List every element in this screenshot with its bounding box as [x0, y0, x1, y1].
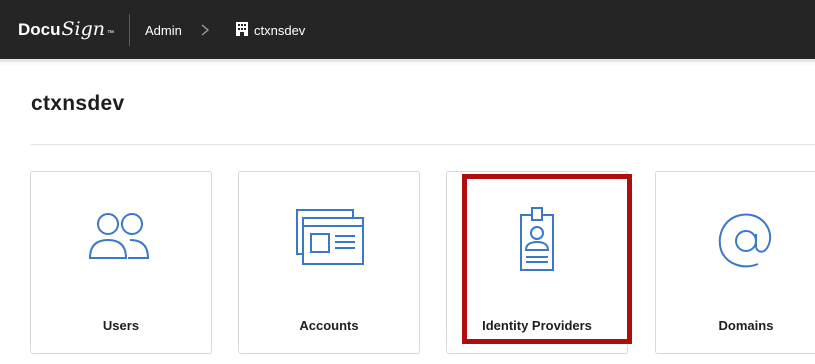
page-title: ctxnsdev [31, 92, 125, 115]
at-sign-icon [718, 213, 772, 268]
breadcrumb-org: ctxnsdev [254, 23, 306, 38]
main-content: ctxnsdev Users Accounts Identity Provide… [0, 65, 815, 364]
title-divider [31, 144, 815, 145]
chevron-right-icon [201, 24, 210, 36]
logo-trademark: ™ [107, 30, 114, 37]
card-label: Users [102, 318, 140, 333]
card-domains[interactable]: Domains [655, 171, 815, 354]
card-label: Domains [718, 318, 774, 333]
breadcrumb-admin-link[interactable]: Admin [145, 23, 182, 38]
top-navigation-bar: Docu Sign ™ Admin ctxnsdev [0, 0, 815, 62]
header-divider [129, 14, 130, 46]
users-icon [88, 213, 150, 259]
highlight-box [462, 174, 632, 344]
logo-script-text: Sign [61, 18, 106, 40]
accounts-icon [296, 209, 364, 265]
card-accounts[interactable]: Accounts [238, 171, 420, 354]
card-label: Accounts [299, 318, 359, 333]
docusign-logo[interactable]: Docu Sign ™ [18, 18, 114, 42]
logo-text: Docu [18, 20, 61, 39]
building-icon [236, 22, 248, 36]
card-users[interactable]: Users [30, 171, 212, 354]
